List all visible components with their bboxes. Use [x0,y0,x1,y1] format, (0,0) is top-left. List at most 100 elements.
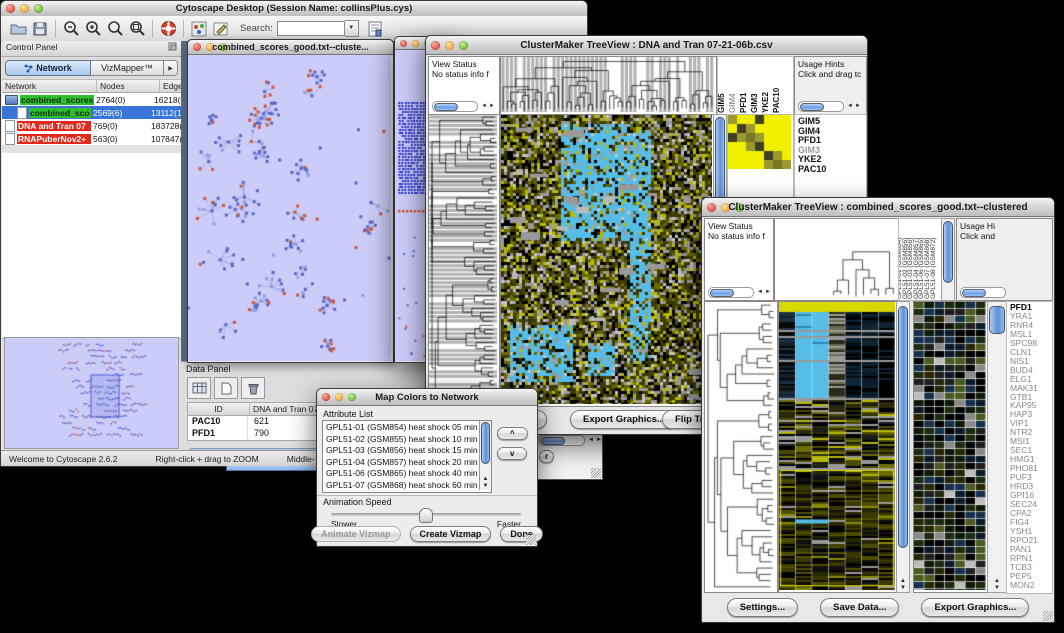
tv2-global-heatmap-canvas[interactable] [779,302,895,590]
gene-list-item[interactable]: GTB1 [1007,393,1052,402]
save-data-button[interactable]: Save Data... [820,598,899,617]
view-status-scrollbar[interactable] [708,287,754,298]
attribute-list-vscrollbar[interactable]: ▲▼ [479,421,491,490]
annotation-icon[interactable] [210,19,232,39]
delete-attribute-icon[interactable] [241,377,265,399]
export-graphics-button[interactable]: Export Graphics... [921,598,1029,617]
new-attribute-icon[interactable] [214,377,238,399]
attribute-up-button[interactable]: ^ [497,427,528,440]
gene-list-item[interactable]: CPA2 [1007,509,1052,518]
gene-list-item[interactable]: GIM5 [795,117,866,127]
scroll-arrows-icon[interactable]: ▲▼ [480,476,491,490]
resize-grip[interactable] [526,535,536,545]
scroll-arrows-icon[interactable]: ▲▼ [988,578,1006,592]
gene-list-item[interactable]: FIG4 [1007,518,1052,527]
attribute-list-item[interactable]: GPL51-03 (GSM856) heat shock 15 min [326,445,491,457]
gene-list-item[interactable]: NTR2 [1007,428,1052,437]
gene-list-item[interactable]: PEP5 [1007,572,1052,581]
tv1-column-label[interactable]: GIM4 [728,93,737,113]
network-list-item[interactable]: DNA and Tran 07769(0)183728(0) [2,119,181,132]
gene-list-item[interactable]: PFD1 [795,136,866,146]
attribute-down-button[interactable]: v [497,447,527,460]
tv1-column-label[interactable]: PAC10 [772,88,781,113]
resize-grip[interactable] [1043,611,1053,621]
minimize-button[interactable] [412,40,419,47]
modify-network-icon[interactable] [188,19,210,39]
tv1-column-dendrogram-canvas[interactable] [501,57,714,112]
gene-list-item[interactable]: SPC98 [1007,339,1052,348]
data-table-column-header[interactable]: ID [188,403,250,415]
create-vizmap-button[interactable]: Create Vizmap [410,526,492,542]
gene-list-item[interactable]: SEC1 [1007,446,1052,455]
help-lifering-icon[interactable] [157,19,179,39]
gene-list-item[interactable]: RPO21 [1007,536,1052,545]
scroll-arrows-icon[interactable]: ◄► [481,103,497,109]
close-button[interactable] [400,40,407,47]
attribute-list-item[interactable]: GPL51-01 (GSM854) heat shock 05 min [326,422,491,434]
tab-vizmapper[interactable]: VizMapper™ [91,60,164,76]
scroll-arrows-icon[interactable]: ▲▼ [897,578,909,592]
tv1-row-dendrogram-canvas[interactable] [429,115,497,404]
tv1-column-label[interactable]: GIM3 [750,93,759,113]
fragment-hscrollbar[interactable] [539,435,585,446]
usage-hints-scrollbar[interactable] [960,287,1006,298]
scroll-arrows-icon[interactable]: ◄► [847,103,863,109]
tv2-genelist-vscrollbar[interactable]: ▲▼ [987,301,1007,593]
treeview2-title-bar[interactable]: ClusterMaker TreeView : combined_scores_… [702,198,1054,217]
gene-list-item[interactable]: PAN1 [1007,545,1052,554]
tv1-column-label[interactable]: YKE2 [761,92,770,113]
fragment-button[interactable]: r [539,450,554,463]
network-overview-canvas[interactable] [5,338,178,446]
network-table-column-header[interactable]: Network [2,80,97,92]
gene-list-item[interactable]: YRA1 [1007,312,1052,321]
gene-list-item[interactable]: ELG1 [1007,375,1052,384]
gene-list-item[interactable]: PUF3 [1007,473,1052,482]
zoom-in-icon[interactable] [82,19,104,39]
gene-list-item[interactable]: RPN1 [1007,554,1052,563]
tv2-zoom-heatmap-canvas[interactable] [914,302,986,590]
gene-list-item[interactable]: MON2 [1007,581,1052,590]
zoom-fit-icon[interactable] [104,19,126,39]
gene-list-item[interactable]: MAK31 [1007,384,1052,393]
attribute-select-icon[interactable] [187,377,211,399]
gene-list-item[interactable]: BUD4 [1007,366,1052,375]
tv1-global-heatmap-canvas[interactable] [501,115,712,404]
search-input[interactable] [277,21,345,36]
settings-button[interactable]: Settings... [727,598,798,617]
tab-network[interactable]: Network [5,60,91,76]
scroll-arrows-icon[interactable]: ◄► [588,437,604,443]
gene-list-item[interactable]: GIM3 [795,146,866,156]
gene-list-item[interactable]: CLN1 [1007,348,1052,357]
attribute-list-item[interactable]: GPL51-07 (GSM868) heat shock 60 min [326,480,491,492]
resize-grip[interactable] [591,468,601,478]
gene-list-item[interactable]: SEC24 [1007,500,1052,509]
animation-speed-slider[interactable] [331,513,521,516]
animate-vizmap-button[interactable]: Animate Vizmap [311,526,400,542]
slider-thumb[interactable] [419,508,433,523]
gene-list-item[interactable]: HMG1 [1007,455,1052,464]
tv2-row-dendrogram-canvas[interactable] [705,302,775,590]
network-table-column-header[interactable]: Nodes [97,80,160,92]
float-panel-icon[interactable] [168,42,177,55]
gene-list-item[interactable]: NIS1 [1007,357,1052,366]
network-view-title-bar[interactable]: combined_scores_good.txt--cluste... [188,40,393,55]
network-list-item[interactable]: RNAPuberNov2+563(0)107847(0) [2,132,181,145]
gene-list-item[interactable]: YSH1 [1007,527,1052,536]
done-button[interactable]: Done [500,526,543,542]
network-list-item[interactable]: combined_sco2569(6)13112(15) [2,106,181,119]
attribute-list-item[interactable]: GPL51-04 (GSM857) heat shock 20 min [326,457,491,469]
tv1-zoom-heatmap-canvas[interactable] [728,115,791,169]
gene-list-item[interactable]: HRD3 [1007,482,1052,491]
attribute-list-item[interactable]: GPL51-02 (GSM855) heat shock 10 min [326,434,491,446]
gene-list-item[interactable]: GPI16 [1007,491,1052,500]
tv2-heatmap-vscrollbar[interactable]: ▲▼ [896,301,910,593]
tv1-column-label[interactable]: PFD1 [739,93,748,113]
gene-list-item[interactable]: PHO81 [1007,464,1052,473]
gene-list-item[interactable]: HAP3 [1007,410,1052,419]
main-title-bar[interactable]: Cytoscape Desktop (Session Name: collins… [1,1,587,17]
tv2-column-dendrogram-canvas[interactable] [775,219,897,298]
open-file-icon[interactable] [7,19,29,39]
tab-overflow-arrow[interactable]: ▶ [164,60,178,76]
zoom-out-icon[interactable] [60,19,82,39]
gene-list-item[interactable]: MSL1 [1007,330,1052,339]
